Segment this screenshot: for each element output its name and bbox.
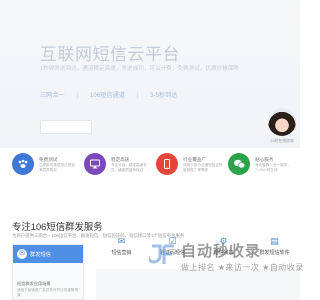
tab-label: 验证码短信: [159, 250, 185, 256]
highlight-item: 三网合一: [40, 92, 65, 99]
feature-desc: 注册即可免费测试短信，满意再购买: [39, 163, 79, 172]
feature-list: 免费测试 注册即可免费测试短信，满意再购买 稳定高速 专业平台，稳定高速发送，通…: [0, 153, 300, 198]
online-consult-widget[interactable]: 24时在线咨询: [264, 108, 300, 152]
highlight-item: 106短信通道: [89, 92, 125, 99]
feature-item[interactable]: 贴心服务 专业客服一对一服务，7×24小时在线: [228, 153, 298, 193]
sms-icon: ✉: [17, 249, 27, 259]
tab-content-area: [96, 269, 300, 300]
api-icon: ⚙: [219, 236, 228, 246]
hero-highlights: 三网合一 | 106短信通道 | 3-5秒到达: [40, 90, 188, 99]
feature-desc: 适用于各行业通知验证码营销推广等需求: [183, 163, 223, 172]
service-tabs: ✉ 短信营销 ☑ 验证码短信 ⚙ 短信接口 ▤ 群发短信软件: [96, 234, 300, 264]
separator: |: [136, 92, 139, 99]
monitor-icon: [84, 153, 106, 175]
highlight-item: 3-5秒到达: [149, 92, 178, 99]
tab-label: 短信营销: [111, 250, 132, 256]
consult-label[interactable]: 24时在线咨询: [264, 139, 300, 144]
feature-desc: 专业客服一对一服务，7×24小时在线: [255, 163, 291, 172]
hero-cta-button[interactable]: [40, 120, 92, 134]
feature-item[interactable]: 行业覆盖广 适用于各行业通知验证码营销推广等需求: [156, 153, 226, 193]
separator: |: [76, 92, 79, 99]
product-card[interactable]: ✉ 群发短信 短信群发应用场景 适用于营销推广会员关怀节日祝福等场景: [12, 244, 84, 300]
sms-icon: ✉: [117, 236, 126, 246]
feature-item[interactable]: 稳定高速 专业平台，稳定高速发送，通道质量有保证: [84, 153, 154, 193]
tab-bulk-sms-software[interactable]: ▤ 群发短信软件: [249, 234, 300, 264]
wechat-icon: [228, 153, 250, 175]
verify-icon: ☑: [168, 236, 177, 246]
feature-desc: 专业平台，稳定高速发送，通道质量有保证: [111, 163, 147, 172]
phone-icon: [156, 153, 178, 175]
product-desc: 适用于营销推广会员关怀节日祝福等场景: [17, 288, 79, 297]
product-title: 短信群发应用场景: [17, 281, 51, 286]
paw-icon: [12, 153, 34, 175]
tab-label: 群发短信软件: [259, 250, 290, 256]
tab-label: 短信接口: [213, 250, 234, 256]
hero-subtitle: 1秒钟发送到达，通道稳定高速，发送成功，可以计费；免费测试，优惠价格保障: [40, 66, 239, 72]
tab-sms-marketing[interactable]: ✉ 短信营销: [96, 234, 147, 264]
feature-item[interactable]: 免费测试 注册即可免费测试短信，满意再购买: [12, 153, 82, 193]
tab-sms-api[interactable]: ⚙ 短信接口: [198, 234, 249, 264]
section-title: 专注106短信群发服务: [12, 221, 103, 232]
product-card-header[interactable]: ✉ 群发短信: [13, 245, 83, 263]
bulk-icon: ▤: [270, 236, 279, 246]
hero-banner: 互联网短信云平台 1秒钟发送到达，通道稳定高速，发送成功，可以计费；免费测试，优…: [0, 0, 300, 148]
hero-title: 互联网短信云平台: [40, 45, 180, 64]
tab-verification-sms[interactable]: ☑ 验证码短信: [147, 234, 198, 264]
avatar[interactable]: [268, 108, 296, 136]
product-name: 群发短信: [30, 251, 51, 258]
